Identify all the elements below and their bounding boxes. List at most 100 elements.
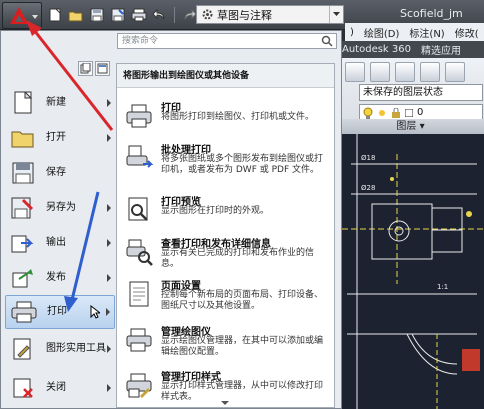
close-icon — [10, 375, 36, 401]
workspace-selector[interactable]: 草图与注释 — [196, 5, 344, 24]
cad-drawing: Ø18 Ø28 1:1 — [337, 134, 484, 409]
menu-item-publish[interactable]: 发布 — [5, 261, 115, 295]
plot-details-icon — [126, 239, 153, 266]
plotter-manager-icon — [126, 328, 152, 352]
new-icon[interactable] — [46, 6, 64, 24]
save-icon — [10, 160, 36, 186]
menu-item-dimension[interactable]: 标注(N) — [404, 25, 449, 40]
menu-item-drawing-utilities[interactable]: 图形实用工具 — [5, 332, 115, 366]
submenu-arrow-icon — [107, 204, 111, 212]
layer-tool-icons — [345, 62, 465, 82]
layer-name: 0 — [417, 107, 424, 118]
submenu-item-page-setup[interactable]: 页面设置 控制每个新布局的页面布局、打印设备、图纸尺寸以及其他设置。 — [121, 276, 331, 322]
save-as-icon[interactable] — [109, 6, 127, 24]
menu-item-label: 图形实用工具 — [46, 343, 106, 354]
mouse-cursor-icon — [90, 305, 100, 319]
application-menu-button[interactable] — [2, 2, 42, 29]
submenu-arrow-icon — [107, 134, 111, 142]
print-icon[interactable] — [130, 6, 148, 24]
open-documents-icon[interactable] — [95, 61, 110, 76]
submenu-item-desc: 显示打印样式管理器，从中可以修改打印样式表。 — [161, 381, 324, 402]
menu-item-label: 输出 — [46, 237, 66, 248]
layer-tool-icon[interactable] — [370, 62, 390, 82]
submenu-item-desc: 将多张图纸或多个图形发布到绘图仪或打印机，或者发布为 DWF 或 PDF 文件。 — [161, 154, 324, 175]
new-icon — [10, 90, 36, 116]
export-icon — [10, 230, 36, 256]
menu-bar: ) 绘图(D) 标注(N) 修改( — [345, 23, 484, 41]
search-input[interactable]: 搜索命令 — [117, 33, 337, 49]
save-icon[interactable] — [88, 6, 106, 24]
recent-documents-icon[interactable] — [78, 61, 93, 76]
submenu-item-desc: 将图形打印到绘图仪、打印机或文件。 — [161, 112, 315, 122]
drawing-utilities-icon — [10, 336, 36, 362]
submenu-arrow-icon — [107, 274, 111, 282]
ribbon-tabs: Autodesk 360 精选应用 — [337, 41, 484, 58]
menu-item-new[interactable]: 新建 — [5, 86, 115, 120]
submenu-header: 将图形输出到绘图仪或其他设备 — [117, 64, 334, 88]
lightbulb-icon — [363, 107, 373, 119]
tab-featured-apps[interactable]: 精选应用 — [416, 42, 466, 57]
submenu-arrow-icon — [106, 308, 110, 316]
submenu-arrow-icon — [107, 239, 111, 247]
scroll-down-icon[interactable] — [221, 401, 229, 405]
menu-item-label: 保存 — [46, 167, 66, 178]
open-icon — [10, 125, 36, 151]
print-icon — [11, 299, 37, 325]
submenu-arrow-icon — [107, 99, 111, 107]
logo-inner — [15, 15, 23, 22]
submenu-item-desc: 控制每个新布局的页面布局、打印设备、图纸尺寸以及其他设置。 — [161, 290, 324, 311]
search-placeholder: 搜索命令 — [122, 36, 159, 46]
menu-item-draw[interactable]: 绘图(D) — [359, 25, 405, 40]
search-icon[interactable] — [321, 35, 333, 47]
open-icon[interactable] — [67, 6, 85, 24]
submenu-item-plot-preview[interactable]: 打印预览 显示图形在打印时的外观。 — [121, 192, 331, 238]
layer-tool-icon[interactable] — [445, 62, 465, 82]
page-setup-icon — [129, 281, 149, 307]
app-menu-commands: 新建 打开 保存 另存为 输出 发布 打印 图形实用工具 关闭 — [1, 86, 117, 408]
sun-icon — [379, 109, 385, 116]
menu-item-export[interactable]: 输出 — [5, 226, 115, 260]
publish-icon — [10, 265, 36, 291]
submenu-item-plotter-manager[interactable]: 管理绘图仪 显示绘图仪管理器，在其中可以添加或编辑绘图仪配置。 — [121, 322, 331, 368]
menu-item-label: 关闭 — [46, 382, 66, 393]
svg-text:1:1: 1:1 — [437, 283, 448, 291]
menu-item-label: 新建 — [46, 97, 66, 108]
document-title: Scofield_jm — [400, 7, 463, 20]
menu-item-open[interactable]: 打开 — [5, 121, 115, 155]
menu-item-print[interactable]: 打印 — [5, 295, 115, 329]
menu-item-close[interactable]: 关闭 — [5, 371, 115, 405]
svg-text:Ø28: Ø28 — [361, 184, 375, 192]
submenu-arrow-icon — [107, 345, 111, 353]
menu-item-save-as[interactable]: 另存为 — [5, 191, 115, 225]
color-swatch-icon — [405, 108, 413, 117]
chevron-down-icon[interactable] — [329, 6, 343, 23]
submenu-item-plot[interactable]: 打印 将图形打印到绘图仪、打印机或文件。 — [121, 98, 331, 144]
layer-tool-icon[interactable] — [345, 62, 365, 82]
print-submenu: 将图形输出到绘图仪或其他设备 打印 将图形打印到绘图仪、打印机或文件。 批处理打… — [116, 63, 335, 408]
menu-item-label: 打印 — [47, 306, 67, 317]
layers-panel-label[interactable]: 图层 ▾ — [337, 119, 484, 134]
save-as-icon — [10, 195, 36, 221]
submenu-item-plot-details[interactable]: 查看打印和发布详细信息 显示有关已完成的打印和发布作业的信息。 — [121, 234, 331, 280]
submenu-item-desc: 显示有关已完成的打印和发布作业的信息。 — [161, 248, 315, 269]
layer-tool-icon[interactable] — [420, 62, 440, 82]
submenu-item-desc: 显示图形在打印时的外观。 — [161, 206, 270, 216]
tab-autodesk-360[interactable]: Autodesk 360 — [337, 44, 416, 55]
application-menu: 搜索命令 新建 打开 保存 另存为 输出 发布 打印 图形实用工具 关闭 将图形… — [0, 30, 342, 409]
submenu-arrow-icon — [107, 384, 111, 392]
layer-tool-icon[interactable] — [395, 62, 415, 82]
menu-item-label: 另存为 — [46, 202, 76, 213]
layer-state-dropdown[interactable]: 未保存的图层状态 — [359, 84, 483, 101]
gear-icon — [199, 7, 215, 23]
plot-preview-icon — [128, 197, 148, 221]
menu-item-save[interactable]: 保存 — [5, 156, 115, 190]
workspace-label: 草图与注释 — [217, 8, 272, 22]
drawing-canvas[interactable]: Ø18 Ø28 1:1 — [337, 134, 484, 409]
submenu-item-batch-plot[interactable]: 批处理打印 将多张图纸或多个图形发布到绘图仪或打印机，或者发布为 DWF 或 P… — [121, 140, 331, 186]
svg-text:Ø18: Ø18 — [361, 154, 375, 162]
submenu-item-desc: 显示绘图仪管理器，在其中可以添加或编辑绘图仪配置。 — [161, 336, 324, 357]
menu-item-modify[interactable]: 修改( — [450, 25, 484, 40]
undo-icon[interactable] — [151, 6, 169, 24]
toolbar-divider — [174, 7, 175, 23]
menu-item-partial[interactable]: ) — [345, 27, 359, 38]
